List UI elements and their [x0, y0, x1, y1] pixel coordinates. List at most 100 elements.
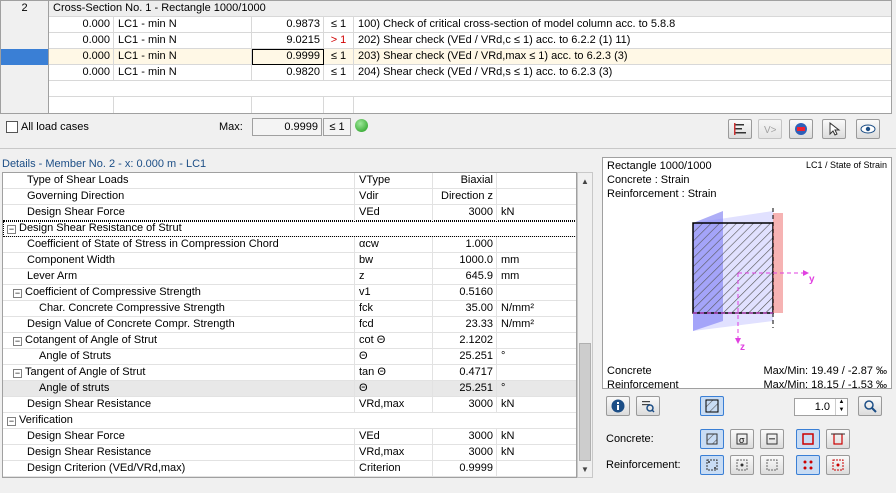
details-section-row[interactable]: − Verification — [3, 413, 576, 429]
detail-unit-cell — [497, 285, 576, 301]
reinforcement-options-label: Reinforcement: — [606, 459, 681, 471]
table-row-selected[interactable]: 0.000 LC1 - min N 0.9999 ≤ 1 203) Shear … — [1, 49, 891, 65]
detail-unit-cell — [497, 189, 576, 205]
detail-value-cell: 25.251 — [433, 381, 497, 397]
row-selector[interactable] — [1, 49, 49, 65]
details-row[interactable]: Type of Shear Loads VType Biaxial — [3, 173, 576, 189]
reinf-strain-icon[interactable] — [730, 455, 754, 475]
detail-label: Design Shear Force — [27, 430, 125, 442]
results-table-icon[interactable] — [728, 119, 752, 139]
concrete-values-icon[interactable] — [760, 429, 784, 449]
reinf-bars-icon[interactable] — [700, 455, 724, 475]
row-selector[interactable] — [1, 65, 49, 81]
row-selector[interactable] — [1, 17, 49, 33]
reinf-numbers-icon[interactable] — [826, 455, 850, 475]
details-row[interactable]: Design Criterion (VEd/VRd,max) Criterion 0… — [3, 461, 576, 477]
detail-name-cell: Design Shear Force — [3, 429, 355, 445]
spin-down-icon[interactable]: ▼ — [835, 407, 847, 415]
detail-name-cell: − Coefficient of Compressive Strength — [3, 285, 355, 301]
row-selector[interactable] — [1, 81, 49, 97]
detail-label: Design Value of Concrete Compr. Strength — [27, 318, 235, 330]
hatch-toggle-icon[interactable] — [700, 396, 724, 416]
detail-name-cell: Design Shear Force — [3, 205, 355, 221]
spin-up-icon[interactable]: ▲ — [835, 399, 847, 407]
details-row[interactable]: Lever Arm z 645.9 mm — [3, 269, 576, 285]
detail-value-cell: 645.9 — [433, 269, 497, 285]
row-selector[interactable] — [1, 97, 49, 113]
zoom-details-icon[interactable] — [636, 396, 660, 416]
detail-symbol-cell: fck — [355, 301, 433, 317]
scroll-down-icon[interactable]: ▼ — [581, 465, 589, 474]
details-row[interactable]: Governing Direction Vdir Direction z — [3, 189, 576, 205]
all-load-cases-checkbox[interactable] — [6, 121, 18, 133]
view-eye-icon[interactable] — [856, 119, 880, 139]
collapse-icon[interactable]: − — [13, 337, 22, 346]
table-row[interactable]: 0.000 LC1 - min N 0.9873 ≤ 1 100) Check … — [1, 17, 891, 33]
scale-settings-icon[interactable] — [858, 396, 882, 416]
detail-unit-cell: kN — [497, 429, 576, 445]
details-row[interactable]: − Cotangent of Angle of Strut cot Θ 2.1202 — [3, 333, 576, 349]
detail-value-cell: Direction z — [433, 189, 497, 205]
detail-symbol-cell: VRd,max — [355, 445, 433, 461]
concrete-strain-icon[interactable] — [700, 429, 724, 449]
concrete-stress-icon[interactable]: σ — [730, 429, 754, 449]
detail-label: Char. Concrete Compressive Strength — [39, 302, 225, 314]
detail-value-cell: 2.1202 — [433, 333, 497, 349]
details-section-row[interactable]: − Design Shear Resistance of Strut — [3, 221, 576, 237]
reinforcement-maxmin: Max/Min: 18.15 / -1.53 ‰ — [763, 379, 888, 391]
color-scale-icon[interactable] — [789, 119, 813, 139]
detail-symbol-cell: v1 — [355, 285, 433, 301]
details-row[interactable]: Angle of Struts Θ 25.251 ° — [3, 349, 576, 365]
details-row[interactable]: Design Shear Force VEd 3000 kN — [3, 429, 576, 445]
collapse-icon[interactable]: − — [7, 417, 16, 426]
section-title: Verification — [19, 414, 73, 426]
detail-label: Coefficient of Compressive Strength — [25, 286, 201, 298]
scale-spinner[interactable]: 1.0 ▲ ▼ — [794, 398, 848, 416]
cross-section-title: Cross-Section No. 1 - Rectangle 1000/100… — [53, 2, 266, 14]
details-row[interactable]: Char. Concrete Compressive Strength fck 35… — [3, 301, 576, 317]
row-selector[interactable] — [1, 33, 49, 49]
description-cell: 100) Check of critical cross-section of … — [358, 18, 676, 30]
cross-section-drawing — [692, 208, 809, 344]
detail-value-cell: 3000 — [433, 429, 497, 445]
details-row[interactable]: Design Shear Force VEd 3000 kN — [3, 205, 576, 221]
details-row[interactable]: Design Shear Resistance VRd,max 3000 kN — [3, 397, 576, 413]
concrete-dims-icon[interactable] — [826, 429, 850, 449]
details-row[interactable]: Design Shear Resistance VRd,max 3000 kN — [3, 445, 576, 461]
detail-unit-cell: mm — [497, 269, 576, 285]
details-row[interactable]: Design Value of Concrete Compr. Strength… — [3, 317, 576, 333]
cross-section-graphic-panel: Rectangle 1000/1000 Concrete : Strain Re… — [602, 157, 892, 391]
table-row[interactable]: 0.000 LC1 - min N 9.0215 > 1 202) Shear … — [1, 33, 891, 49]
details-row[interactable]: − Coefficient of Compressive Strength v1 0.… — [3, 285, 576, 301]
concrete-outline-icon[interactable] — [796, 429, 820, 449]
ratio-cell[interactable]: 0.9999 — [252, 49, 324, 65]
scale-value[interactable]: 1.0 — [795, 399, 833, 415]
collapse-icon[interactable]: − — [13, 289, 22, 298]
detail-name-cell: − Cotangent of Angle of Strut — [3, 333, 355, 349]
details-row[interactable]: − Tangent of Angle of Strut tan Θ 0.4717 — [3, 365, 576, 381]
scroll-thumb[interactable] — [579, 343, 591, 461]
detail-symbol-cell: Vdir — [355, 189, 433, 205]
filter-greater-icon[interactable]: V> — [758, 119, 782, 139]
table-row[interactable]: 0.000 LC1 - min N 0.9820 ≤ 1 204) Shear … — [1, 65, 891, 81]
max-value-field: 0.9999 — [252, 118, 322, 136]
detail-unit-cell: N/mm² — [497, 301, 576, 317]
details-scrollbar[interactable]: ▲ ▼ — [577, 172, 593, 478]
detail-value-cell: 23.33 — [433, 317, 497, 333]
scroll-up-icon[interactable]: ▲ — [581, 177, 589, 186]
collapse-icon[interactable]: − — [13, 369, 22, 378]
select-pointer-icon[interactable] — [822, 119, 846, 139]
details-row[interactable]: Angle of struts Θ 25.251 ° — [3, 381, 576, 397]
reinf-red-bars-icon[interactable] — [796, 455, 820, 475]
reinf-values-icon[interactable] — [760, 455, 784, 475]
concrete-maxmin: Max/Min: 19.49 / -2.87 ‰ — [763, 365, 888, 377]
detail-symbol-cell: Θ — [355, 381, 433, 397]
details-row[interactable]: Component Width bw 1000.0 mm — [3, 253, 576, 269]
detail-label: Design Criterion (VEd/VRd,max) — [27, 462, 186, 474]
collapse-icon[interactable]: − — [7, 225, 16, 234]
concrete-strain-label: Concrete : Strain — [607, 174, 690, 186]
detail-value-cell: 1000.0 — [433, 253, 497, 269]
details-row[interactable]: Coefficient of State of Stress in Compre… — [3, 237, 576, 253]
detail-unit-cell — [497, 461, 576, 477]
info-icon[interactable] — [606, 396, 630, 416]
